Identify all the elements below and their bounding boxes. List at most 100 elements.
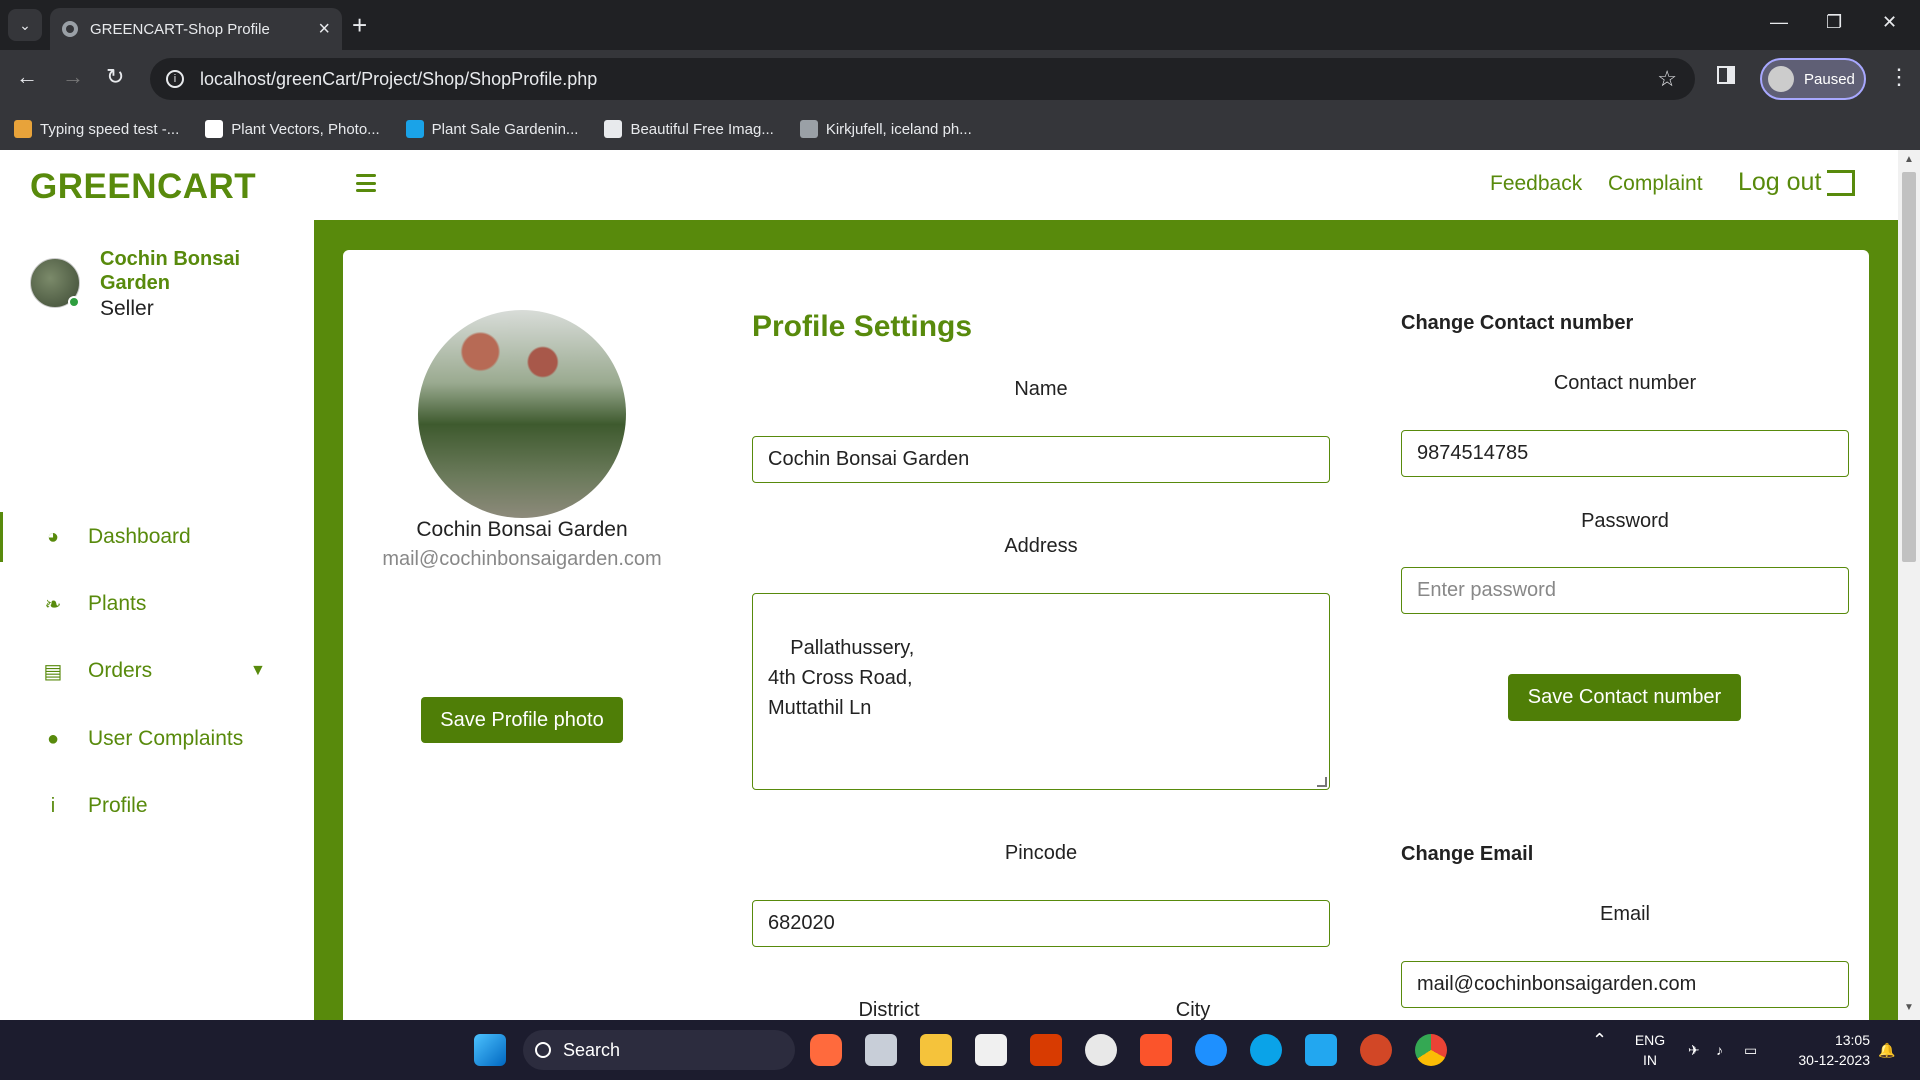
clock[interactable]: 13:05 30-12-2023 — [1780, 1030, 1870, 1070]
browser-menu-icon[interactable]: ⋮ — [1888, 64, 1910, 90]
save-contact-number-button[interactable]: Save Contact number — [1508, 674, 1741, 721]
bookmark-item[interactable]: Beautiful Free Imag... — [604, 120, 774, 138]
region-code: IN — [1643, 1052, 1657, 1068]
microsoft-store-icon[interactable] — [975, 1034, 1007, 1066]
brave-browser-icon[interactable] — [1140, 1034, 1172, 1066]
name-field[interactable]: Cochin Bonsai Garden — [752, 436, 1330, 483]
contact-number-field[interactable]: 9874514785 — [1401, 430, 1849, 477]
page-scrollbar[interactable]: ▲ ▼ — [1898, 150, 1920, 1020]
sidebar: GREENCART Cochin Bonsai Garden Seller ◕ … — [0, 150, 314, 1020]
bookmark-item[interactable]: Typing speed test -... — [14, 120, 179, 138]
bookmark-star-icon[interactable]: ☆ — [1657, 66, 1677, 92]
password-label: Password — [1581, 510, 1669, 532]
logout-link[interactable]: Log out — [1738, 168, 1856, 197]
brand-logo[interactable]: GREENCART — [30, 167, 256, 207]
close-window-icon[interactable]: ✕ — [1882, 12, 1897, 33]
language-code: ENG — [1634, 1032, 1666, 1048]
chevron-down-icon[interactable]: ▼ — [250, 662, 266, 680]
show-hidden-icons-chevron[interactable]: ⌃ — [1592, 1030, 1607, 1050]
task-view-icon[interactable] — [865, 1034, 897, 1066]
windows-taskbar: Search ⌃ ENG IN ✈ ♪ ▭ 13:05 30-12-2023 🔔 — [0, 1020, 1920, 1080]
password-field[interactable]: Enter password — [1401, 567, 1849, 614]
complaint-link[interactable]: Complaint — [1608, 172, 1703, 196]
sidebar-item-orders[interactable]: ▤ Orders ▼ — [0, 646, 314, 696]
notification-bell-icon[interactable]: 🔔 — [1878, 1040, 1895, 1060]
network-icon[interactable]: ✈ — [1688, 1040, 1700, 1060]
browser-toolbar: ← → ↻ i localhost/greenCart/Project/Shop… — [0, 50, 1920, 108]
browser-tab-strip: ⌄ GREENCART-Shop Profile × + — ❐ ✕ — [0, 0, 1920, 50]
bookmark-favicon-icon — [14, 120, 32, 138]
minimize-icon[interactable]: — — [1770, 12, 1788, 33]
vscode-icon[interactable] — [1305, 1034, 1337, 1066]
sidebar-item-dashboard[interactable]: ◕ Dashboard — [0, 512, 314, 562]
online-status-dot — [68, 296, 80, 308]
language-indicator[interactable]: ENG IN — [1630, 1030, 1670, 1070]
sidebar-item-plants[interactable]: ❧ Plants — [0, 579, 314, 629]
scroll-up-icon[interactable]: ▲ — [1904, 154, 1914, 165]
copilot-icon[interactable] — [810, 1034, 842, 1066]
windows-start-icon[interactable] — [474, 1034, 506, 1066]
sidebar-item-user-complaints[interactable]: ● User Complaints — [0, 714, 314, 764]
reload-icon[interactable]: ↻ — [106, 64, 124, 90]
bookmark-label: Kirkjufell, iceland ph... — [825, 120, 972, 138]
change-email-title: Change Email — [1401, 843, 1534, 865]
bookmark-item[interactable]: Plant Sale Gardenin... — [405, 120, 579, 138]
bookmark-item[interactable]: Plant Vectors, Photo... — [205, 120, 380, 138]
file-explorer-icon[interactable] — [920, 1034, 952, 1066]
taskbar-search[interactable]: Search — [523, 1030, 795, 1070]
gauge-icon: ◕ — [46, 525, 60, 548]
save-profile-photo-button[interactable]: Save Profile photo — [421, 697, 623, 743]
profile-email: mail@cochinbonsaigarden.com — [382, 548, 662, 570]
browser-tab[interactable]: GREENCART-Shop Profile × — [50, 8, 342, 50]
bookmark-label: Plant Vectors, Photo... — [231, 120, 380, 138]
bookmarks-bar: Typing speed test -... Plant Vectors, Pho… — [0, 108, 1920, 150]
taskbar-search-label: Search — [563, 1039, 621, 1060]
help-icon[interactable] — [1195, 1034, 1227, 1066]
side-panel-icon[interactable] — [1717, 66, 1735, 84]
close-tab-icon[interactable]: × — [318, 18, 330, 41]
leaf-icon: ❧ — [44, 593, 62, 616]
tab-title: GREENCART-Shop Profile — [90, 20, 270, 38]
user-name: Cochin Bonsai Garden — [100, 248, 241, 294]
sidebar-item-profile[interactable]: i Profile — [0, 781, 314, 831]
github-desktop-icon[interactable] — [1085, 1034, 1117, 1066]
tab-search-button[interactable]: ⌄ — [8, 9, 42, 41]
new-tab-button[interactable]: + — [352, 10, 367, 41]
chrome-icon[interactable] — [1415, 1034, 1447, 1066]
bookmark-item[interactable]: Kirkjufell, iceland ph... — [799, 120, 972, 138]
pincode-field[interactable]: 682020 — [752, 900, 1330, 947]
restore-icon[interactable]: ❐ — [1826, 12, 1842, 33]
bookmark-label: Plant Sale Gardenin... — [431, 120, 579, 138]
cortana-icon[interactable] — [1250, 1034, 1282, 1066]
battery-icon[interactable]: ▭ — [1744, 1040, 1757, 1060]
powerpoint-icon[interactable] — [1360, 1034, 1392, 1066]
address-textarea[interactable]: Pallathussery, 4th Cross Road, Muttathil… — [752, 593, 1330, 790]
email-field[interactable]: mail@cochinbonsaigarden.com — [1401, 961, 1849, 1008]
profile-button[interactable]: Paused — [1760, 58, 1866, 100]
chat-bubble-icon: ● — [46, 727, 60, 750]
back-icon[interactable]: ← — [16, 64, 38, 90]
forward-icon[interactable]: → — [62, 64, 84, 90]
office-icon[interactable] — [1030, 1034, 1062, 1066]
scrollbar-thumb[interactable] — [1902, 172, 1916, 562]
email-label: Email — [1599, 903, 1650, 925]
sidebar-item-label: Profile — [88, 794, 148, 817]
site-info-icon[interactable]: i — [166, 70, 184, 88]
contact-number-label: Contact number — [1553, 372, 1697, 394]
address-text: Pallathussery, 4th Cross Road, Muttathil… — [768, 637, 915, 719]
resize-handle-icon[interactable] — [1317, 777, 1327, 787]
sidebar-item-label: User Complaints — [88, 727, 244, 750]
user-role: Seller — [100, 297, 154, 320]
profile-photo[interactable] — [418, 310, 626, 518]
sidebar-item-label: Dashboard — [88, 525, 191, 548]
pincode-label: Pincode — [1004, 842, 1078, 864]
feedback-link[interactable]: Feedback — [1490, 172, 1582, 196]
hamburger-menu-icon[interactable] — [356, 174, 376, 192]
clock-time: 13:05 — [1834, 1032, 1870, 1048]
address-bar[interactable]: i localhost/greenCart/Project/Shop/ShopP… — [150, 58, 1695, 100]
sidebar-item-label: Orders — [88, 659, 153, 682]
logout-label: Log out — [1738, 168, 1822, 196]
bookmark-favicon-icon — [205, 120, 224, 138]
scroll-down-icon[interactable]: ▼ — [1904, 1002, 1914, 1013]
volume-icon[interactable]: ♪ — [1716, 1040, 1723, 1060]
